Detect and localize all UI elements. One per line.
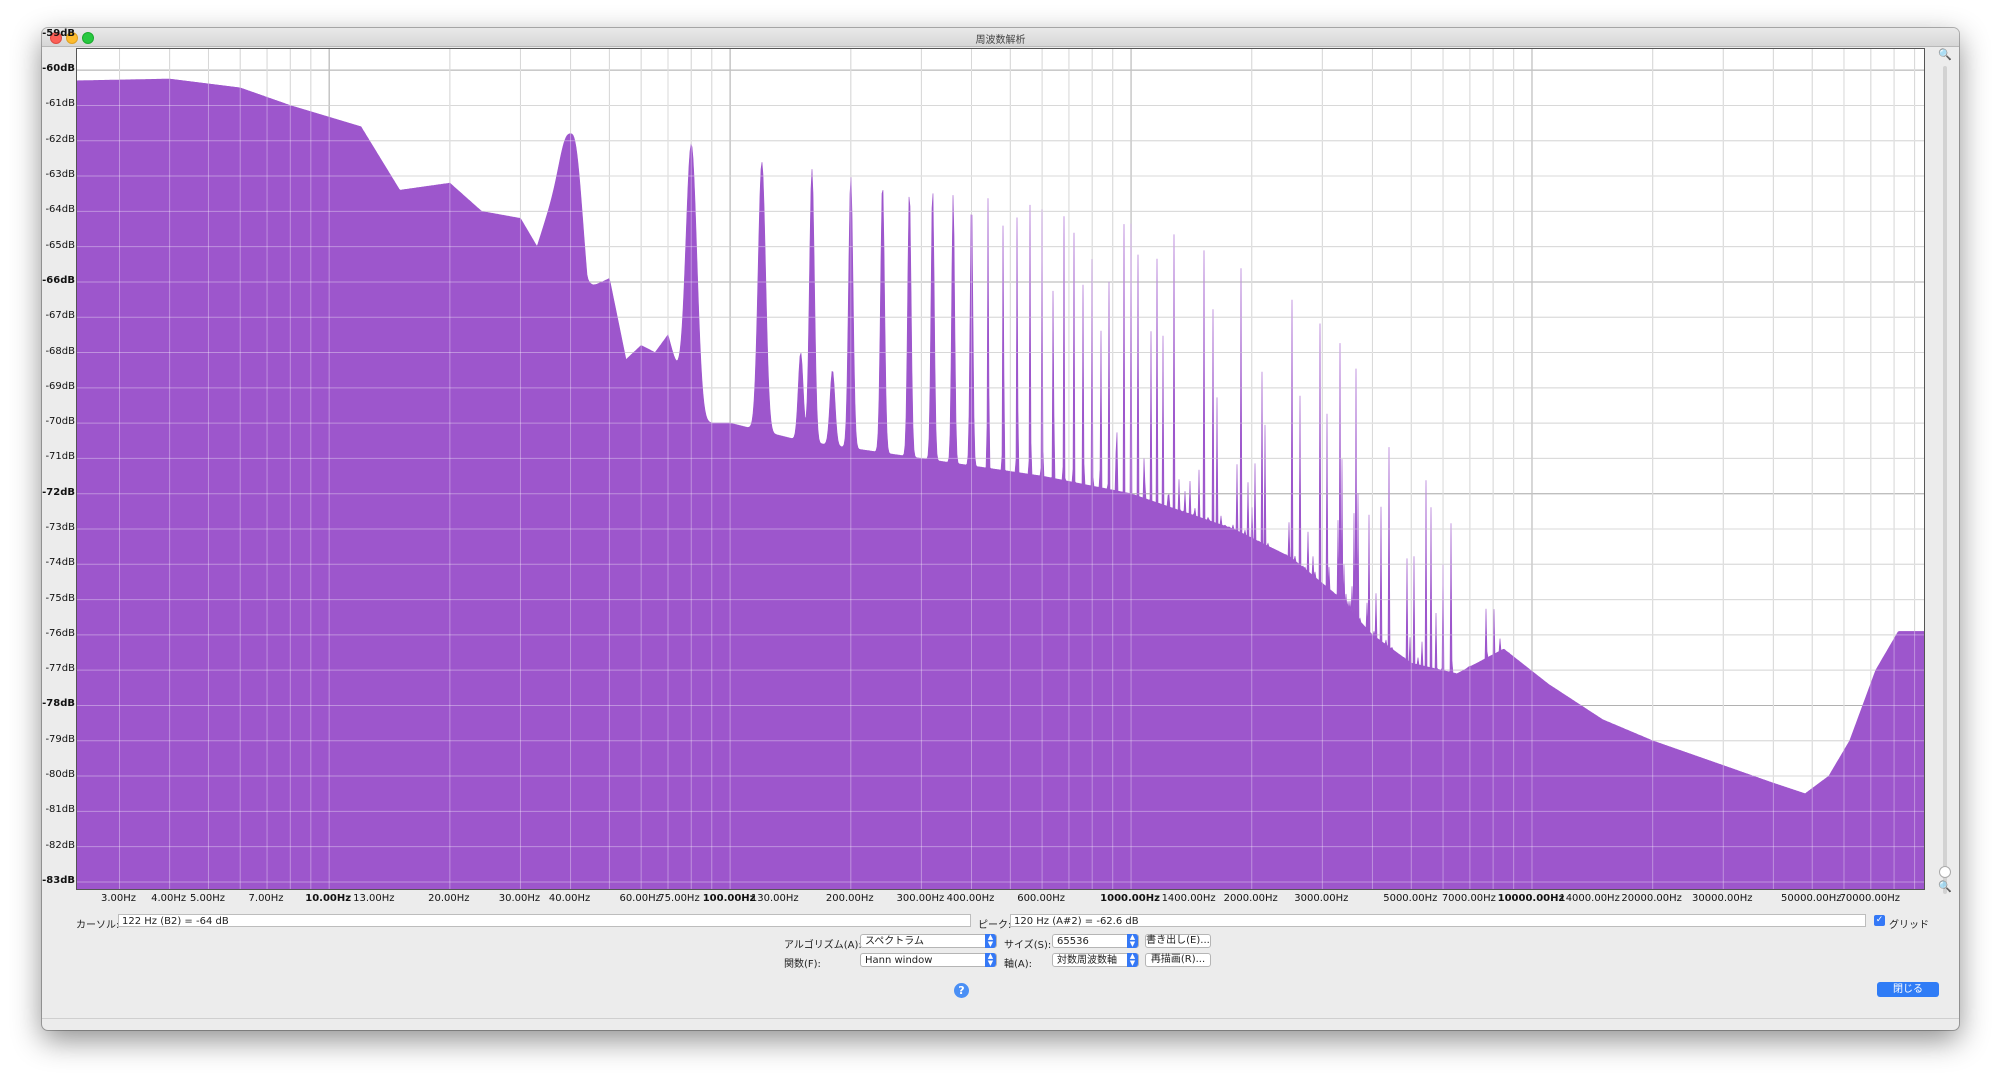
function-value: Hann window [865, 955, 933, 966]
y-tick-label: -78dB [42, 698, 75, 710]
x-tick-label: 14000.00Hz [1559, 893, 1620, 904]
function-select[interactable]: Hann window ▲ ▼ [860, 953, 997, 967]
size-label: サイズ(S): [1004, 940, 1052, 951]
x-tick-label: 20.00Hz [428, 893, 470, 904]
export-button[interactable]: 書き出し(E)... [1145, 934, 1211, 948]
x-tick-label: 20000.00Hz [1621, 893, 1682, 904]
y-tick-label: -67dB [45, 310, 75, 322]
x-tick-label: 50000.00Hz [1780, 893, 1842, 904]
spectrum-svg [77, 49, 1924, 889]
x-tick-label: 5000.00Hz [1383, 893, 1438, 904]
y-tick-label: -66dB [42, 274, 75, 286]
window-bottom-edge [42, 1018, 1959, 1019]
axis-value: 対数周波数軸 [1057, 955, 1117, 966]
x-tick-label: 3.00Hz [100, 893, 137, 904]
size-select[interactable]: 65536 ▲ ▼ [1052, 934, 1139, 948]
select-arrows-icon: ▲ ▼ [1127, 934, 1138, 948]
x-tick-label: 130.00Hz [750, 893, 799, 904]
x-tick-label: 13.00Hz [353, 893, 395, 904]
x-tick-label: 30000.00Hz [1692, 893, 1753, 904]
axis-label: 軸(A): [1004, 959, 1033, 970]
spectrum-plot[interactable] [76, 48, 1925, 890]
select-arrows-icon: ▲ ▼ [1127, 953, 1138, 967]
y-tick-label: -83dB [42, 874, 75, 886]
x-tick-label: 5.00Hz [189, 893, 225, 904]
y-tick-label: -62dB [45, 133, 75, 145]
vertical-zoom-thumb[interactable] [1939, 866, 1951, 878]
x-tick-label: 200.00Hz [825, 893, 874, 904]
grid-label: グリッド [1889, 920, 1929, 931]
window-title: 周波数解析 [975, 35, 1026, 46]
x-tick-label: 60.00Hz [619, 893, 661, 904]
y-tick-label: -82dB [45, 839, 75, 851]
spectrum-area [77, 78, 1924, 889]
y-tick-label: -76dB [45, 627, 75, 639]
close-button[interactable]: 閉じる [1877, 982, 1939, 997]
x-tick-label: 7.00Hz [248, 893, 284, 904]
y-tick-label: -64dB [45, 204, 75, 216]
grid-checkbox[interactable]: ✓ [1874, 915, 1885, 926]
size-value: 65536 [1057, 936, 1089, 947]
x-tick-label: 600.00Hz [1017, 893, 1065, 904]
y-tick-label: -77dB [45, 663, 75, 675]
x-tick-label: 1000.00Hz [1100, 893, 1160, 904]
x-tick-label: 2000.00Hz [1223, 893, 1278, 904]
help-button[interactable]: ? [954, 983, 969, 998]
title-bar: 周波数解析 [42, 28, 1959, 47]
y-tick-label: -63dB [45, 169, 75, 181]
select-arrows-icon: ▲ ▼ [985, 934, 996, 948]
y-tick-label: -74dB [45, 557, 75, 569]
zoom-in-icon[interactable]: 🔍 [1938, 48, 1952, 61]
y-tick-label: -73dB [45, 522, 75, 533]
x-tick-label: 1400.00Hz [1161, 893, 1216, 904]
frequency-analysis-window: 周波数解析 -59dB -60dB -61dB -62dB -63dB -64dB -65d… [42, 28, 1959, 1030]
cursor-value-field: 122 Hz (B2) = -64 dB [118, 914, 971, 927]
x-tick-label: 400.00Hz [946, 893, 995, 904]
y-tick-label: -65dB [45, 239, 75, 251]
y-tick-label: -69dB [45, 380, 75, 392]
algorithm-select[interactable]: スペクトラム ▲ ▼ [860, 934, 997, 948]
y-tick-label: -79dB [45, 733, 75, 745]
algorithm-label: アルゴリズム(A): [784, 940, 862, 951]
x-tick-label: 75.00Hz [658, 893, 700, 904]
x-tick-label: 70000.00Hz [1839, 893, 1901, 904]
cursor-label: カーソル: [76, 920, 120, 931]
y-tick-label: -70dB [45, 416, 75, 428]
y-tick-label: -81dB [45, 804, 75, 816]
vertical-zoom-slider[interactable] [1943, 66, 1947, 894]
x-tick-label: 10.00Hz [305, 893, 352, 904]
algorithm-value: スペクトラム [865, 936, 924, 947]
y-tick-label: -80dB [45, 769, 75, 781]
x-tick-label: 7000.00Hz [1441, 893, 1496, 904]
function-label: 関数(F): [784, 959, 821, 970]
x-tick-label: 3000.00Hz [1294, 893, 1349, 904]
y-tick-label: -68dB [45, 345, 75, 357]
x-tick-label: 4.00Hz [151, 893, 187, 904]
axis-select[interactable]: 対数周波数軸 ▲ ▼ [1052, 953, 1139, 967]
peak-label: ピーク: [978, 920, 1012, 931]
x-tick-label: 10000.00Hz [1497, 893, 1565, 904]
peak-value-field: 120 Hz (A#2) = -62.6 dB [1010, 914, 1866, 927]
y-tick-label: -71dB [45, 451, 75, 463]
zoom-out-icon[interactable]: 🔍 [1938, 880, 1952, 893]
x-tick-label: 30.00Hz [498, 893, 541, 904]
x-tick-label: 300.00Hz [896, 893, 945, 904]
y-tick-label: -72dB [42, 486, 75, 498]
select-arrows-icon: ▲ ▼ [985, 953, 996, 967]
y-tick-label: -75dB [45, 592, 75, 604]
x-tick-label: 100.00Hz [702, 893, 756, 904]
y-tick-label: -61dB [45, 98, 75, 110]
y-tick-label: -60dB [42, 63, 75, 75]
x-tick-label: 40.00Hz [548, 893, 591, 904]
replot-button[interactable]: 再描画(R)... [1145, 953, 1211, 967]
y-tick-label: -59dB [42, 28, 75, 39]
